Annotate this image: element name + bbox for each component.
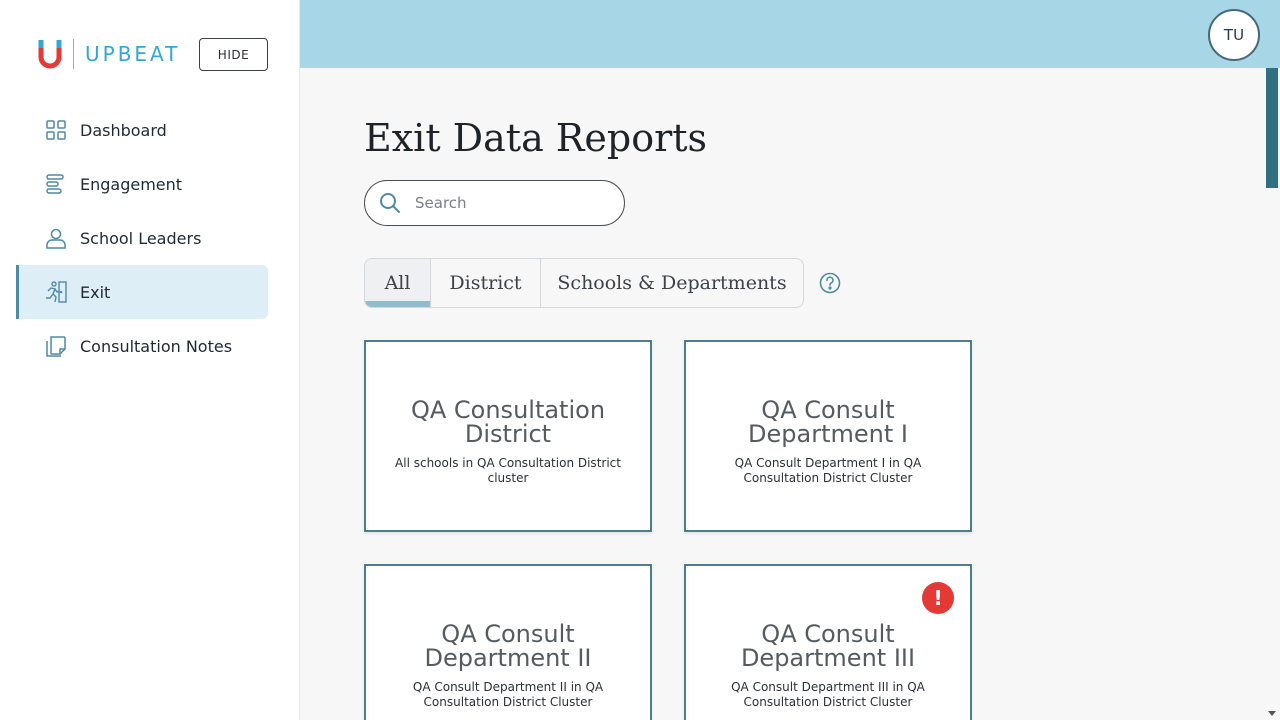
- card-title: QA Consult Department I: [748, 396, 908, 448]
- card-title: QA Consult Department III: [740, 620, 916, 672]
- upbeat-logo-icon: [38, 40, 62, 69]
- running-exit-icon: [44, 280, 68, 304]
- tab-district[interactable]: District: [431, 259, 541, 307]
- tab-all[interactable]: All: [365, 259, 431, 307]
- alert-icon: !: [922, 582, 954, 614]
- sidebar-item-label: School Leaders: [80, 228, 202, 248]
- sidebar-item-consultation-notes[interactable]: Consultation Notes: [16, 319, 268, 373]
- card-title: QA Consultation District: [410, 396, 606, 448]
- sidebar-item-school-leaders[interactable]: School Leaders: [16, 211, 268, 265]
- card-subtitle: QA Consult Department I in QA Consultati…: [734, 456, 922, 485]
- card-subtitle: QA Consult Department III in QA Consulta…: [731, 680, 925, 709]
- page-scrollbar[interactable]: [1264, 68, 1280, 720]
- sidebar-item-label: Engagement: [80, 174, 183, 194]
- user-avatar[interactable]: TU: [1208, 9, 1260, 61]
- brand-logo[interactable]: UPBEAT: [38, 38, 180, 70]
- search-icon: [380, 193, 400, 213]
- bars-icon: [44, 172, 68, 196]
- filter-tabs: All District Schools & Departments: [364, 258, 804, 308]
- report-card[interactable]: QA Consultation District All schools in …: [364, 340, 652, 532]
- card-subtitle: All schools in QA Consultation District …: [395, 456, 621, 485]
- scroll-down-arrow-icon[interactable]: [1268, 711, 1276, 716]
- sidebar-item-dashboard[interactable]: Dashboard: [16, 103, 268, 157]
- sidebar: UPBEAT HIDE Dashboard Engagement School …: [0, 0, 300, 720]
- card-subtitle: QA Consult Department II in QA Consultat…: [412, 680, 604, 709]
- sidebar-item-label: Dashboard: [80, 120, 167, 140]
- page-title: Exit Data Reports: [364, 116, 708, 160]
- sidebar-item-label: Exit: [80, 282, 111, 302]
- hide-sidebar-button[interactable]: HIDE: [199, 38, 268, 71]
- notes-icon: [44, 334, 68, 358]
- search-box[interactable]: [364, 180, 625, 226]
- report-card[interactable]: ! QA Consult Department III QA Consult D…: [684, 564, 972, 720]
- grid-icon: [44, 118, 68, 142]
- sidebar-item-label: Consultation Notes: [80, 336, 233, 356]
- card-title: QA Consult Department II: [424, 620, 592, 672]
- brand-name: UPBEAT: [85, 42, 181, 66]
- report-card[interactable]: QA Consult Department II QA Consult Depa…: [364, 564, 652, 720]
- sidebar-item-engagement[interactable]: Engagement: [16, 157, 268, 211]
- sidebar-nav: Dashboard Engagement School Leaders Exit…: [16, 103, 268, 373]
- tab-schools-departments[interactable]: Schools & Departments: [541, 259, 803, 307]
- report-card[interactable]: QA Consult Department I QA Consult Depar…: [684, 340, 972, 532]
- sidebar-item-exit[interactable]: Exit: [16, 265, 268, 319]
- brand-divider: [73, 39, 74, 69]
- person-icon: [44, 226, 68, 250]
- top-header: TU: [300, 0, 1280, 68]
- search-input[interactable]: [415, 194, 595, 212]
- scrollbar-thumb[interactable]: [1266, 68, 1278, 188]
- help-icon[interactable]: [819, 272, 841, 294]
